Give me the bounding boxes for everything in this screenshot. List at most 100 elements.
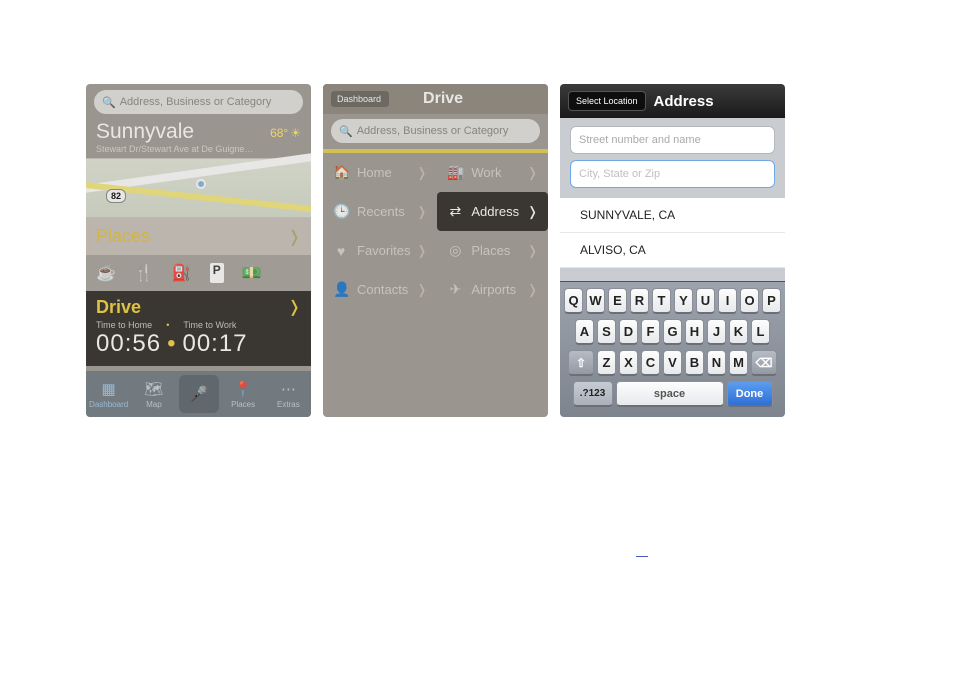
key-f[interactable]: F	[641, 319, 660, 345]
key-z[interactable]: Z	[597, 350, 616, 376]
city-input[interactable]: City, State or Zip	[570, 160, 775, 188]
chevron-right-icon: ❭	[288, 297, 301, 318]
address-icon: ⇄	[447, 203, 463, 220]
keyboard: QWERTYUIOP ASDFGHJKL ⇧ZXCVBNM⌫ .?123 spa…	[560, 281, 785, 417]
restaurant-icon[interactable]: 🍴	[134, 263, 154, 283]
key-p[interactable]: P	[762, 288, 781, 314]
key-m[interactable]: M	[729, 350, 748, 376]
option-home[interactable]: 🏠Home ❭	[323, 153, 437, 192]
weather-badge: 68° ☀	[270, 126, 301, 140]
key-a[interactable]: A	[575, 319, 594, 345]
coffee-icon[interactable]: ☕	[96, 263, 116, 283]
key-u[interactable]: U	[696, 288, 715, 314]
places-label: Places	[96, 226, 150, 247]
chevron-right-icon: ❭	[527, 282, 538, 298]
search-icon: 🔍	[102, 96, 116, 109]
nav-bar: Dashboard Drive	[323, 84, 548, 114]
chevron-right-icon: ❭	[416, 204, 427, 220]
option-favorites[interactable]: ♥Favorites ❭	[323, 231, 437, 270]
key-d[interactable]: D	[619, 319, 638, 345]
option-airports[interactable]: ✈Airports ❭	[437, 270, 548, 309]
sun-icon: ☀	[290, 126, 301, 140]
chevron-right-icon: ❭	[416, 165, 427, 181]
key-q[interactable]: Q	[564, 288, 583, 314]
places-category-row: ☕ 🍴 ⛽ P 💵	[86, 255, 311, 291]
pin-icon: ◎	[447, 242, 463, 259]
chevron-right-icon: ❭	[527, 204, 538, 220]
location-sub: Stewart Dr/Stewart Ave at De Guigne…	[96, 144, 301, 154]
option-places[interactable]: ◎Places ❭	[437, 231, 548, 270]
search-icon: 🔍	[339, 125, 353, 138]
tab-places[interactable]: 📍 Places	[221, 371, 266, 417]
clock-icon: 🕒	[333, 203, 349, 220]
key-c[interactable]: C	[641, 350, 660, 376]
key-numeric[interactable]: .?123	[573, 381, 613, 407]
dashboard-icon: ▦	[102, 380, 116, 398]
option-work[interactable]: 🏭Work ❭	[437, 153, 548, 192]
suggestion-item[interactable]: ALVISO, CA	[560, 233, 785, 268]
airplane-icon: ✈	[447, 281, 463, 298]
key-l[interactable]: L	[751, 319, 770, 345]
key-n[interactable]: N	[707, 350, 726, 376]
suggestion-item[interactable]: SUNNYVALE, CA	[560, 198, 785, 233]
suggestion-list: SUNNYVALE, CA ALVISO, CA	[560, 198, 785, 268]
chevron-right-icon: ❭	[527, 165, 538, 181]
home-icon: 🏠	[333, 164, 349, 181]
work-icon: 🏭	[447, 164, 463, 181]
key-done[interactable]: Done	[727, 381, 773, 407]
time-work-label: Time to Work	[183, 320, 236, 330]
option-recents[interactable]: 🕒Recents ❭	[323, 192, 437, 231]
key-backspace[interactable]: ⌫	[751, 350, 777, 376]
key-s[interactable]: S	[597, 319, 616, 345]
option-contacts[interactable]: 👤Contacts ❭	[323, 270, 437, 309]
street-input[interactable]: Street number and name	[570, 126, 775, 154]
back-button[interactable]: Dashboard	[331, 91, 389, 107]
key-t[interactable]: T	[652, 288, 671, 314]
key-r[interactable]: R	[630, 288, 649, 314]
parking-icon[interactable]: P	[210, 263, 224, 283]
gas-icon[interactable]: ⛽	[172, 263, 192, 283]
heart-icon: ♥	[333, 243, 349, 259]
tab-map[interactable]: 🗺 Map	[131, 371, 176, 417]
tab-voice[interactable]: 🎤	[179, 375, 219, 413]
screen-dashboard: 🔍 Address, Business or Category Sunnyval…	[86, 84, 311, 417]
microphone-icon: 🎤	[189, 385, 208, 403]
back-button[interactable]: Select Location	[568, 91, 646, 111]
map-icon: 🗺	[144, 380, 163, 398]
nav-bar: Select Location Address	[560, 84, 785, 118]
search-input[interactable]: 🔍 Address, Business or Category	[331, 119, 540, 143]
tab-dashboard[interactable]: ▦ Dashboard	[86, 371, 131, 417]
tab-extras[interactable]: ⋯ Extras	[266, 371, 311, 417]
key-shift[interactable]: ⇧	[568, 350, 594, 376]
option-address[interactable]: ⇄Address ❭	[437, 192, 548, 231]
chevron-right-icon: ❭	[416, 282, 427, 298]
key-h[interactable]: H	[685, 319, 704, 345]
key-v[interactable]: V	[663, 350, 682, 376]
key-i[interactable]: I	[718, 288, 737, 314]
key-space[interactable]: space	[616, 381, 724, 407]
person-icon: 👤	[333, 281, 349, 298]
key-o[interactable]: O	[740, 288, 759, 314]
map-preview[interactable]: 82	[86, 158, 311, 218]
key-j[interactable]: J	[707, 319, 726, 345]
key-k[interactable]: K	[729, 319, 748, 345]
key-w[interactable]: W	[586, 288, 605, 314]
route-shield: 82	[106, 189, 126, 203]
drive-label: Drive	[96, 297, 141, 318]
screen-address-entry: Select Location Address Street number an…	[560, 84, 785, 417]
drive-panel[interactable]: Drive ❭ Time to Home • Time to Work 00:5…	[86, 291, 311, 366]
key-y[interactable]: Y	[674, 288, 693, 314]
screen-drive-menu: Dashboard Drive 🔍 Address, Business or C…	[323, 84, 548, 417]
key-x[interactable]: X	[619, 350, 638, 376]
chevron-right-icon: ❭	[527, 243, 538, 259]
places-header[interactable]: Places ❭	[86, 218, 311, 255]
key-e[interactable]: E	[608, 288, 627, 314]
extras-icon: ⋯	[281, 380, 296, 398]
chevron-right-icon: ❭	[288, 227, 301, 247]
page-title: Address	[654, 93, 714, 110]
key-b[interactable]: B	[685, 350, 704, 376]
key-g[interactable]: G	[663, 319, 682, 345]
search-input[interactable]: 🔍 Address, Business or Category	[94, 90, 303, 114]
time-home-value: 00:56	[96, 330, 161, 358]
atm-icon[interactable]: 💵	[242, 263, 262, 283]
